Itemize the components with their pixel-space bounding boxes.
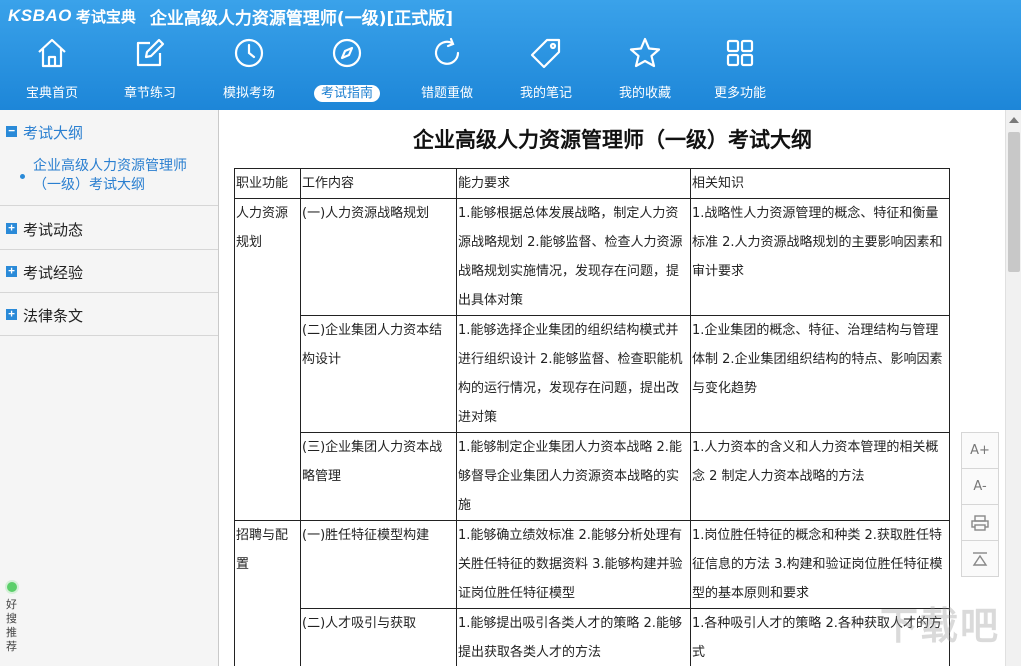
vertical-scrollbar[interactable]	[1005, 110, 1021, 666]
table-row: (二)人才吸引与获取 1.能够提出吸引各类人才的策略 2.能够提出获取各类人才的…	[235, 608, 950, 666]
watermark: 下载吧	[880, 604, 1001, 648]
logo: KSBAO	[8, 6, 72, 25]
outline-table: 职业功能 工作内容 能力要求 相关知识 人力资源规划 (一)人力资源战略规划 1…	[234, 168, 950, 666]
column-header: 相关知识	[690, 168, 950, 199]
grid-icon	[723, 36, 757, 70]
compass-icon	[330, 36, 364, 70]
nav-label: 我的收藏	[618, 86, 671, 101]
knowledge-cell: 1.人力资本的含义和人力资本管理的相关概念 2 制定人力资本战略的方法	[690, 432, 950, 521]
ability-cell: 1.能够根据总体发展战略，制定人力资源战略规划 2.能够监督、检查人力资源战略规…	[456, 198, 691, 316]
nav-label: 宝典首页	[25, 86, 78, 101]
column-header: 工作内容	[300, 168, 457, 199]
function-cell: 招聘与配置	[234, 520, 301, 666]
sidebar-item-label: 考试大纲	[23, 124, 84, 142]
nav-label: 更多功能	[713, 86, 766, 101]
content-cell: (二)企业集团人力资本结构设计	[300, 315, 457, 433]
expand-icon[interactable]: +	[6, 308, 17, 320]
sidebar-item-label: 法律条文	[23, 307, 84, 325]
sidebar-item-label: 考试经验	[23, 264, 84, 282]
table-header-row: 职业功能 工作内容 能力要求 相关知识	[234, 168, 950, 199]
table-row: 人力资源规划 (一)人力资源战略规划 1.能够根据总体发展战略，制定人力资源战略…	[234, 198, 950, 521]
app-window: KSBAO 考试宝典 企业高级人力资源管理师(一级)[正式版] 宝典首页 章节练…	[0, 0, 1021, 666]
status-dot-icon	[5, 580, 19, 594]
nav-redo-mistakes[interactable]: 错题重做	[398, 34, 496, 108]
collapse-icon[interactable]: −	[6, 125, 17, 137]
ability-cell: 1.能够选择企业集团的组织结构模式并进行组织设计 2.能够监督、检查职能机构的运…	[456, 315, 691, 433]
knowledge-cell: 1.企业集团的概念、特征、治理结构与管理体制 2.企业集团组织结构的特点、影响因…	[690, 315, 950, 433]
logo-cn: 考试宝典	[75, 7, 136, 26]
nav-chapter-practice[interactable]: 章节练习	[101, 34, 199, 108]
nav-label: 考试指南	[298, 82, 396, 102]
main-nav: 宝典首页 章节练习 模拟考场 考试指南 错题重做 我的笔记 我的收藏 更多功能	[0, 34, 1021, 108]
star-icon	[628, 36, 662, 70]
content-cell: (一)人力资源战略规划	[300, 198, 457, 316]
print-icon	[971, 514, 989, 531]
sidebar-item-label: 考试动态	[23, 221, 84, 239]
sidebar-subitem-label: 企业高级人力资源管理师（一级）考试大纲	[33, 158, 187, 193]
ability-cell: 1.能够提出吸引各类人才的策略 2.能够提出获取各类人才的方法	[456, 608, 691, 666]
header: KSBAO 考试宝典 企业高级人力资源管理师(一级)[正式版] 宝典首页 章节练…	[0, 0, 1021, 110]
app-title: 企业高级人力资源管理师(一级)[正式版]	[149, 8, 453, 29]
table-row: (三)企业集团人力资本战略管理 1.能够制定企业集团人力资本战略 2.能够督导企…	[235, 432, 950, 521]
sidebar-subitem-outline-doc[interactable]: 企业高级人力资源管理师（一级）考试大纲	[0, 154, 218, 206]
home-icon	[35, 36, 69, 70]
font-increase-button[interactable]: A+	[961, 432, 999, 469]
column-header: 能力要求	[456, 168, 691, 199]
sidebar-item-exam-outline[interactable]: − 考试大纲	[0, 110, 218, 153]
nav-exam-guide[interactable]: 考试指南	[298, 34, 396, 108]
reading-tools: A+ A-	[961, 432, 999, 578]
content-cell: (一)胜任特征模型构建	[300, 520, 457, 609]
recommend-widget[interactable]: 好搜推荐	[3, 580, 23, 660]
back-to-top-button[interactable]	[961, 540, 999, 577]
nav-my-notes[interactable]: 我的笔记	[497, 34, 595, 108]
scroll-thumb[interactable]	[1008, 132, 1020, 272]
nav-mock-exam[interactable]: 模拟考场	[200, 34, 298, 108]
page-title: 企业高级人力资源管理师（一级）考试大纲	[413, 128, 812, 152]
content-area: 企业高级人力资源管理师（一级）考试大纲 职业功能 工作内容 能力要求 相关知识 …	[220, 110, 1005, 666]
content-cell: (二)人才吸引与获取	[300, 608, 457, 666]
nav-my-favorites[interactable]: 我的收藏	[596, 34, 694, 108]
clock-icon	[232, 36, 266, 70]
function-cell: 人力资源规划	[234, 198, 301, 521]
nav-more-features[interactable]: 更多功能	[691, 34, 789, 108]
title-bar: KSBAO 考试宝典 企业高级人力资源管理师(一级)[正式版]	[8, 5, 453, 29]
sidebar-item-exam-experience[interactable]: + 考试经验	[0, 250, 218, 293]
recommend-widget-label: 好搜推荐	[6, 598, 17, 653]
sidebar-item-legal-provisions[interactable]: + 法律条文	[0, 293, 218, 336]
nav-label: 错题重做	[420, 86, 473, 101]
ability-cell: 1.能够确立绩效标准 2.能够分析处理有关胜任特征的数据资料 3.能够构建并验证…	[456, 520, 691, 609]
knowledge-cell: 1.战略性人力资源管理的概念、特征和衡量标准 2.人力资源战略规划的主要影响因素…	[690, 198, 950, 316]
bullet-icon	[20, 174, 25, 179]
table-row: 招聘与配置 (一)胜任特征模型构建 1.能够确立绩效标准 2.能够分析处理有关胜…	[234, 520, 950, 666]
column-header: 职业功能	[234, 168, 301, 199]
tag-icon	[529, 36, 563, 70]
nav-label: 我的笔记	[519, 86, 572, 101]
nav-label: 模拟考场	[222, 86, 275, 101]
edit-icon	[133, 36, 167, 70]
content-cell: (三)企业集团人力资本战略管理	[300, 432, 457, 521]
ability-cell: 1.能够制定企业集团人力资本战略 2.能够督导企业集团人力资源资本战略的实施	[456, 432, 691, 521]
font-decrease-button[interactable]: A-	[961, 468, 999, 505]
sidebar: − 考试大纲 企业高级人力资源管理师（一级）考试大纲 + 考试动态 + 考试经验…	[0, 110, 219, 666]
print-button[interactable]	[961, 504, 999, 541]
scroll-up-icon[interactable]	[1009, 117, 1019, 123]
refresh-icon	[430, 36, 464, 70]
nav-label: 章节练习	[123, 86, 176, 101]
table-row: (二)企业集团人力资本结构设计 1.能够选择企业集团的组织结构模式并进行组织设计…	[235, 315, 950, 433]
expand-icon[interactable]: +	[6, 265, 17, 277]
expand-icon[interactable]: +	[6, 222, 17, 234]
sidebar-item-exam-news[interactable]: + 考试动态	[0, 207, 218, 250]
nav-home[interactable]: 宝典首页	[3, 34, 101, 108]
back-to-top-icon	[971, 551, 989, 566]
